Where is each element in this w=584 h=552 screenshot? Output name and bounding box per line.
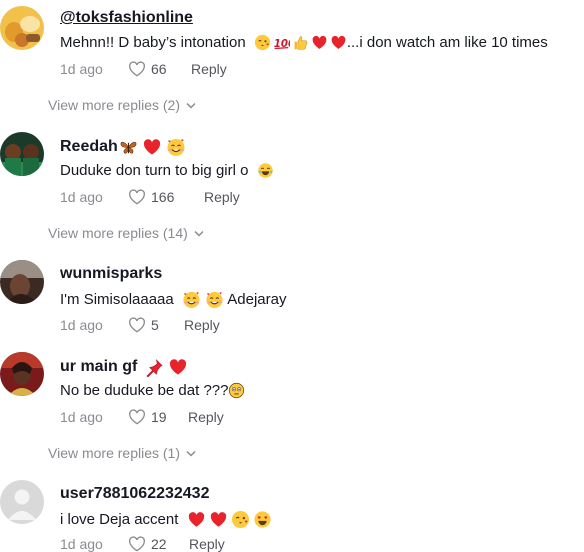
smiling-face-with-hearts-emoji (166, 137, 186, 157)
like-button[interactable]: 19 (128, 409, 188, 425)
face-blowing-kiss-emoji (231, 510, 250, 529)
reply-button[interactable]: Reply (191, 61, 227, 77)
avatar[interactable] (0, 480, 44, 524)
default-avatar-icon (0, 480, 44, 524)
heart-outline-icon[interactable] (128, 189, 146, 205)
comment-username[interactable]: user7881062232432 (60, 485, 209, 503)
comment-meta: 1d ago 5 Reply (60, 317, 220, 333)
comment-text: I'm Simisolaaaaa Adejaray (60, 290, 287, 309)
comment-meta: 1d ago 19 Reply (60, 409, 224, 425)
comment-text: No be duduke be dat ??? (60, 382, 245, 399)
like-count: 66 (151, 61, 167, 77)
like-count: 166 (151, 189, 175, 205)
like-button[interactable]: 66 (128, 61, 191, 77)
avatar-image (0, 132, 44, 176)
comment-timestamp: 1d ago (60, 317, 103, 333)
avatar[interactable] (0, 352, 44, 396)
pushpin-emoji (145, 358, 164, 377)
like-count: 22 (151, 536, 167, 552)
view-more-replies-button[interactable]: View more replies (1) (48, 445, 196, 461)
comment-meta: 1d ago 22 Reply (60, 536, 225, 552)
comment-username[interactable]: ur main gf (60, 357, 188, 377)
reply-button[interactable]: Reply (189, 536, 225, 552)
comment-timestamp: 1d ago (60, 189, 103, 205)
red-heart-emoji (209, 510, 228, 529)
heart-outline-icon[interactable] (128, 536, 146, 552)
chevron-down-icon (186, 450, 196, 457)
heart-outline-icon[interactable] (128, 61, 146, 77)
face-blowing-kiss-emoji (254, 34, 271, 51)
avatar[interactable] (0, 260, 44, 304)
avatar-image (0, 260, 44, 304)
thumbs-up-emoji (292, 34, 309, 51)
like-button[interactable]: 22 (128, 536, 189, 552)
comment-timestamp: 1d ago (60, 409, 103, 425)
like-count: 5 (151, 317, 159, 333)
butterfly-emoji (119, 138, 138, 157)
hundred-points-emoji: 100 (273, 34, 290, 51)
avatar-image (0, 6, 44, 50)
red-heart-emoji (142, 137, 162, 157)
red-heart-emoji (311, 34, 328, 51)
red-heart-emoji (330, 34, 347, 51)
view-more-replies-button[interactable]: View more replies (2) (48, 97, 196, 113)
reply-button[interactable]: Reply (184, 317, 220, 333)
avatar[interactable] (0, 132, 44, 176)
heart-outline-icon[interactable] (128, 317, 146, 333)
red-heart-emoji (168, 357, 188, 377)
like-button[interactable]: 166 (128, 189, 204, 205)
like-button[interactable]: 5 (128, 317, 184, 333)
comment-text: Mehnn!! D baby’s intonation 100 ...i don… (60, 34, 548, 51)
comment-username[interactable]: @toksfashionline (60, 9, 193, 27)
chevron-down-icon (194, 230, 204, 237)
avatar[interactable] (0, 6, 44, 50)
comment-meta: 1d ago 66 Reply (60, 61, 227, 77)
like-count: 19 (151, 409, 167, 425)
chevron-down-icon (186, 102, 196, 109)
comment-text: Duduke don turn to big girl o (60, 162, 274, 179)
comment-text: i love Deja accent (60, 510, 272, 529)
heart-outline-icon[interactable] (128, 409, 146, 425)
view-more-replies-button[interactable]: View more replies (14) (48, 225, 204, 241)
reply-button[interactable]: Reply (188, 409, 224, 425)
avatar-image (0, 352, 44, 396)
comment-timestamp: 1d ago (60, 536, 103, 552)
tears-of-joy-emoji (257, 162, 274, 179)
comment-username[interactable]: wunmisparks (60, 265, 162, 283)
reply-button[interactable]: Reply (204, 189, 240, 205)
red-heart-emoji (187, 510, 206, 529)
flushed-face-emoji (228, 382, 245, 399)
comment-meta: 1d ago 166 Reply (60, 189, 240, 205)
smiling-face-with-hearts-emoji (205, 290, 224, 309)
heart-eyes-emoji (253, 510, 272, 529)
smiling-face-with-hearts-emoji (182, 290, 201, 309)
comment-timestamp: 1d ago (60, 61, 103, 77)
comment-username[interactable]: Reedah (60, 137, 186, 157)
